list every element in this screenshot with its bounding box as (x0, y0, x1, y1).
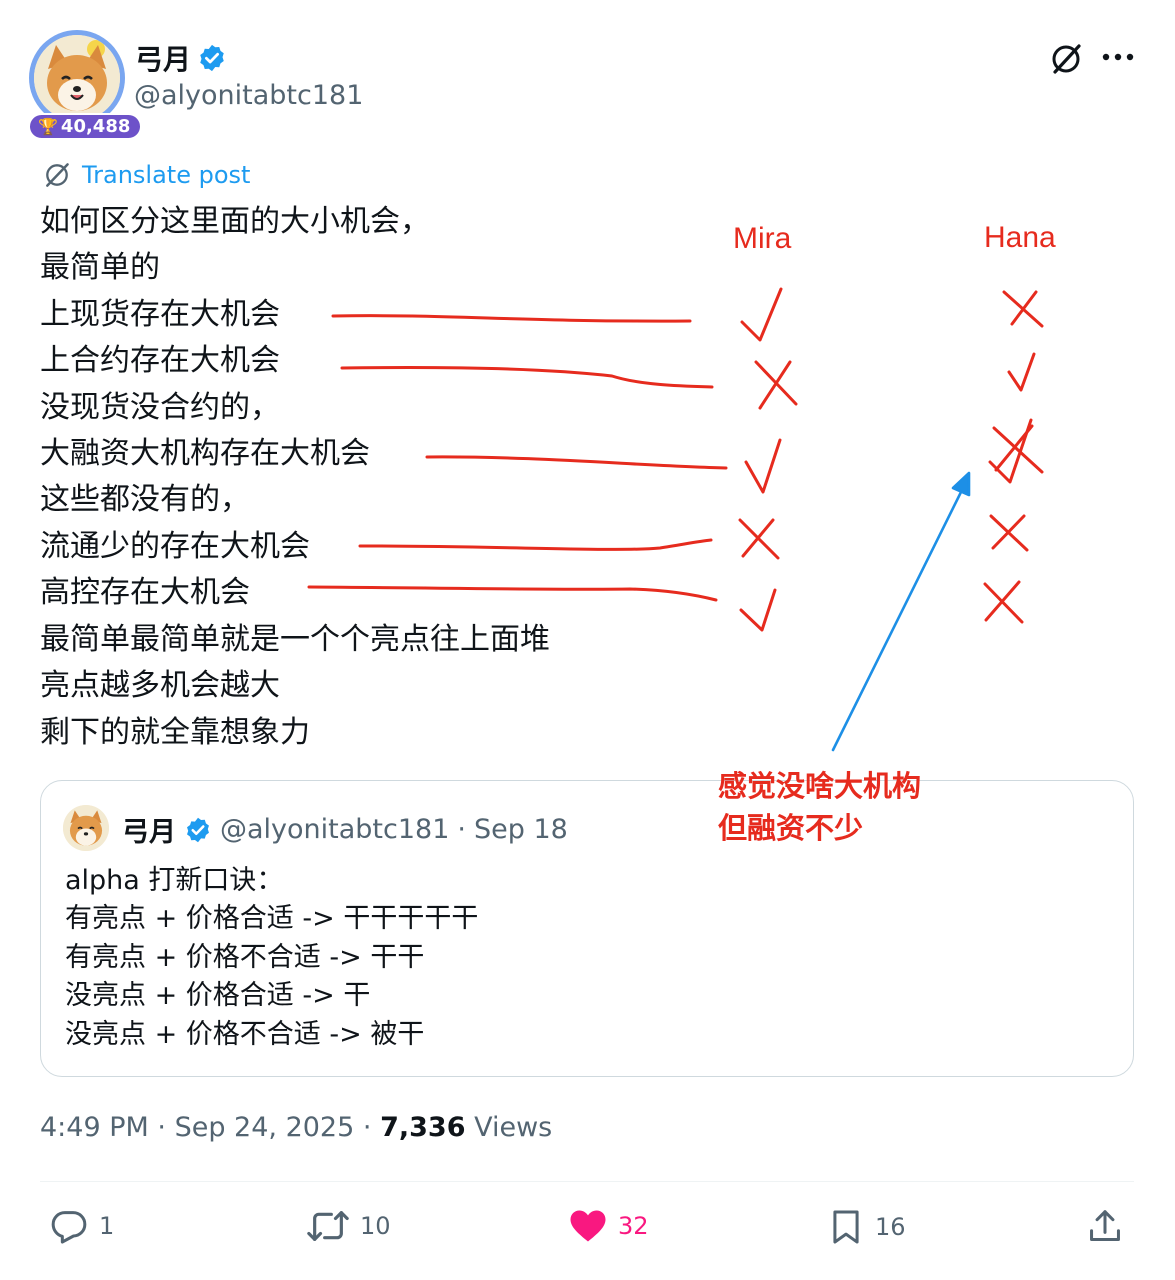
post-line: 亮点越多机会越大 (40, 668, 280, 703)
annotation-line (331, 314, 692, 323)
shiba-avatar-icon (63, 805, 109, 851)
hana-cross-mark (983, 580, 1024, 624)
verified-badge-icon (187, 817, 209, 842)
annotation-note-line: 但融资不少 (718, 811, 864, 845)
post-time[interactable]: 4:49 PM (40, 1112, 149, 1143)
post-line: 上合约存在大机会 (40, 343, 280, 378)
hana-cross-mark (989, 514, 1029, 552)
annotation-note: 感觉没啥大机构 但融资不少 (718, 765, 921, 849)
meta-separator: · (157, 1112, 166, 1143)
author-name-row[interactable]: 弓月 (135, 38, 227, 78)
author-name[interactable]: 弓月 (135, 38, 191, 78)
translate-icon (46, 163, 69, 187)
post-line: 上现货存在大机会 (40, 297, 280, 332)
bookmark-icon (833, 1210, 859, 1244)
quoted-post-header: 弓月 @alyonitabtc181 · Sep 18 (122, 810, 568, 849)
annotation-line (425, 455, 728, 470)
quoted-post-line: 没亮点 + 价格合适 -> 干 (65, 980, 371, 1011)
author-handle[interactable]: @alyonitabtc181 (134, 80, 363, 111)
verified-badge-icon (200, 44, 224, 72)
post-line: 这些都没有的， (40, 482, 250, 517)
bookmark-count: 16 (875, 1213, 906, 1241)
reply-icon (51, 1211, 87, 1244)
post-line: 流通少的存在大机会 (40, 529, 310, 564)
post-line: 高控存在大机会 (40, 575, 250, 610)
annotation-line (340, 365, 714, 389)
annotation-arrow (831, 484, 966, 752)
translate-post-link[interactable]: Translate post (42, 160, 250, 190)
heart-icon (570, 1210, 606, 1242)
share-button[interactable] (1086, 1206, 1124, 1246)
annotation-column-hana: Hana (984, 221, 1056, 254)
quoted-post-line: alpha 打新口诀： (65, 865, 284, 896)
annotation-line (307, 585, 718, 602)
post-line: 最简单最简单就是一个个亮点往上面堆 (40, 622, 550, 657)
post-line: 如何区分这里面的大小机会， (40, 204, 430, 239)
views-label: Views (474, 1112, 553, 1143)
repost-button[interactable]: 10 (306, 1206, 391, 1246)
reply-button[interactable]: 1 (49, 1206, 114, 1246)
score-value: 40,488 (60, 116, 131, 137)
like-button[interactable]: 32 (568, 1206, 649, 1246)
hana-check-mark (1007, 352, 1036, 392)
quoted-post-line: 有亮点 + 价格合适 -> 干干干干干 (65, 903, 479, 934)
post-line: 没现货没合约的， (40, 390, 280, 425)
quoted-post-line: 有亮点 + 价格不合适 -> 干干 (65, 942, 425, 973)
grok-icon[interactable] (1049, 42, 1083, 76)
mira-check-mark (740, 287, 783, 342)
post-line: 最简单的 (40, 250, 160, 285)
quoted-post-line: 没亮点 + 价格不合适 -> 被干 (65, 1019, 425, 1050)
author-avatar[interactable] (29, 30, 125, 126)
mira-check-mark (744, 438, 782, 494)
annotation-column-mira: Mira (733, 222, 792, 255)
quoted-author-handle[interactable]: @alyonitabtc181 (220, 814, 449, 845)
translate-label: Translate post (82, 161, 251, 189)
shiba-avatar-icon (34, 35, 120, 121)
post-meta: 4:49 PM · Sep 24, 2025 · 7,336 Views (40, 1112, 552, 1143)
annotation-line (358, 538, 713, 551)
quoted-separator: · (457, 814, 466, 845)
repost-count: 10 (360, 1212, 391, 1240)
post-line: 大融资大机构存在大机会 (40, 436, 370, 471)
reply-count: 1 (99, 1212, 115, 1240)
like-count: 32 (618, 1212, 649, 1240)
score-badge: 🏆 40,488 (28, 113, 143, 140)
repost-icon (307, 1211, 349, 1241)
hana-cross-mark (992, 424, 1044, 474)
mira-cross-mark (738, 518, 780, 560)
annotation-arrowhead (951, 471, 971, 497)
avatar-image (34, 35, 120, 121)
quoted-date[interactable]: Sep 18 (474, 814, 568, 845)
meta-separator: · (362, 1112, 372, 1143)
hana-check-mark (988, 418, 1033, 484)
quoted-author-name[interactable]: 弓月 (122, 810, 176, 849)
divider (40, 1181, 1134, 1182)
bookmark-button[interactable]: 16 (827, 1206, 906, 1248)
more-icon[interactable] (1101, 50, 1135, 64)
post-date[interactable]: Sep 24, 2025 (175, 1112, 355, 1143)
quoted-author-avatar[interactable] (63, 805, 109, 851)
mira-check-mark (739, 588, 777, 632)
share-icon (1090, 1210, 1120, 1241)
views-count: 7,336 (380, 1112, 466, 1143)
hana-cross-mark (1002, 290, 1044, 328)
annotation-note-line: 感觉没啥大机构 (718, 769, 922, 803)
mira-cross-mark (754, 360, 798, 410)
trophy-icon: 🏆 (38, 117, 58, 136)
post-line: 剩下的就全靠想象力 (40, 715, 310, 750)
